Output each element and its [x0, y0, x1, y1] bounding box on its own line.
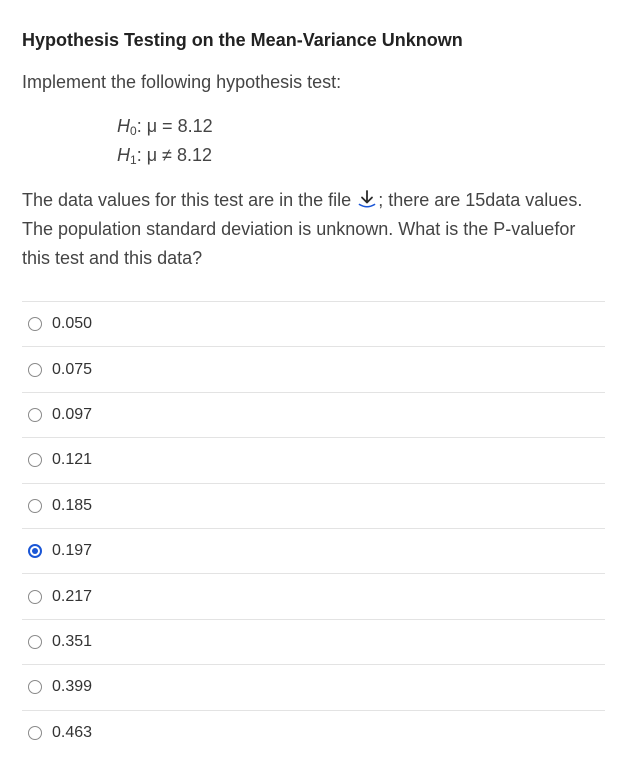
- answer-option-label: 0.399: [52, 678, 93, 696]
- answer-option[interactable]: 0.217: [22, 573, 605, 618]
- null-hypothesis: H0: μ = 8.12: [117, 116, 213, 138]
- answer-option[interactable]: 0.121: [22, 437, 605, 482]
- answer-option-label: 0.185: [52, 496, 93, 514]
- radio-icon[interactable]: [28, 317, 42, 332]
- question-instruction: Implement the following hypothesis test:: [22, 72, 342, 92]
- question-title: Hypothesis Testing on the Mean-Variance …: [22, 30, 463, 50]
- radio-icon[interactable]: [28, 453, 42, 468]
- answer-option-label: 0.121: [52, 451, 93, 469]
- radio-icon[interactable]: [28, 407, 42, 422]
- question-body: The data values for this test are in the…: [22, 186, 602, 273]
- answer-option-label: 0.075: [52, 360, 93, 378]
- null-hypothesis-symbol: H: [117, 116, 130, 136]
- answer-option-label: 0.351: [52, 632, 93, 650]
- radio-icon[interactable]: [28, 725, 42, 740]
- answer-option-label: 0.217: [52, 587, 93, 605]
- radio-icon[interactable]: [28, 589, 42, 604]
- answer-option-label: 0.097: [52, 405, 93, 423]
- alternative-hypothesis-statement: : μ ≠ 8.12: [136, 145, 212, 165]
- download-icon[interactable]: [356, 189, 378, 209]
- radio-selected-icon[interactable]: [28, 544, 42, 559]
- radio-icon[interactable]: [28, 362, 42, 377]
- answer-options: 0.050 0.075 0.097 0.121 0.185 0.197 0.217 0.351…: [22, 301, 605, 755]
- answer-option[interactable]: 0.463: [22, 709, 605, 755]
- radio-icon[interactable]: [28, 680, 42, 695]
- answer-option-label: 0.050: [52, 315, 93, 333]
- radio-icon[interactable]: [28, 634, 42, 649]
- alternative-hypothesis: H1: μ ≠ 8.12: [117, 145, 212, 167]
- answer-option[interactable]: 0.050: [22, 301, 605, 346]
- radio-icon[interactable]: [28, 498, 42, 513]
- answer-option[interactable]: 0.185: [22, 482, 605, 528]
- answer-option[interactable]: 0.197: [22, 527, 605, 573]
- null-hypothesis-subscript: 0: [130, 124, 137, 138]
- answer-option[interactable]: 0.097: [22, 391, 605, 437]
- answer-option[interactable]: 0.075: [22, 346, 605, 391]
- alternative-hypothesis-subscript: 1: [130, 153, 137, 167]
- null-hypothesis-statement: : μ = 8.12: [136, 116, 213, 136]
- question-body-text-before: The data values for this test are in the…: [22, 190, 357, 210]
- answer-option[interactable]: 0.351: [22, 618, 605, 664]
- answer-option-label: 0.463: [52, 723, 93, 741]
- answer-option[interactable]: 0.399: [22, 664, 605, 709]
- answer-option-label: 0.197: [52, 542, 93, 560]
- alternative-hypothesis-symbol: H: [117, 145, 130, 165]
